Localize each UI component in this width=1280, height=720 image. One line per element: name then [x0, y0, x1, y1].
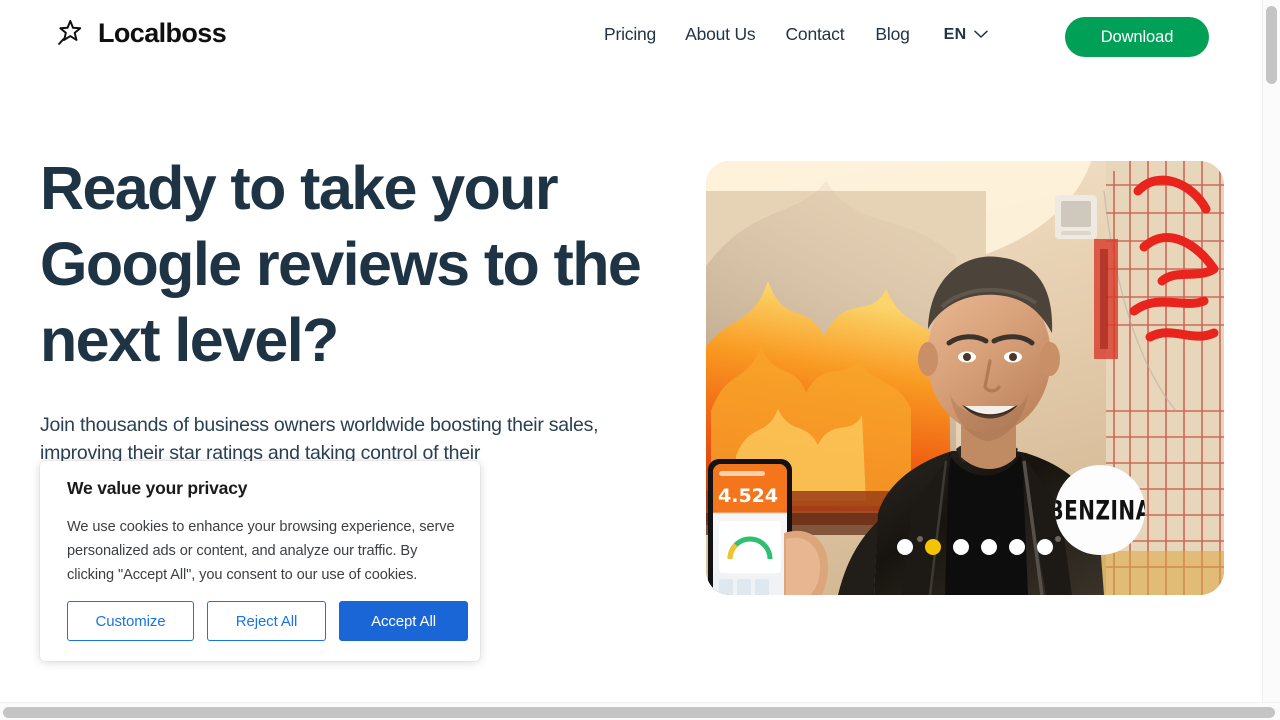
page-title: Ready to take your Google reviews to the… — [40, 154, 642, 374]
horizontal-scrollbar[interactable] — [0, 702, 1280, 720]
carousel-dot-2-active[interactable] — [925, 539, 941, 555]
brand-name: Localboss — [98, 17, 227, 48]
star-outline-icon — [55, 18, 85, 48]
cookie-banner-actions: Customize Reject All Accept All — [67, 601, 468, 641]
nav-item-about-us[interactable]: About Us — [685, 24, 756, 45]
carousel-dot-4[interactable] — [981, 539, 997, 555]
brand-logo[interactable]: Localboss — [55, 17, 227, 48]
language-switcher[interactable]: EN — [944, 26, 989, 44]
carousel-dot-3[interactable] — [953, 539, 969, 555]
vertical-scrollbar[interactable] — [1262, 0, 1280, 702]
nav-item-pricing[interactable]: Pricing — [604, 24, 656, 45]
main-navigation: Pricing About Us Contact Blog EN — [604, 24, 989, 45]
vertical-scrollbar-thumb[interactable] — [1266, 6, 1277, 84]
download-button[interactable]: Download — [1065, 17, 1209, 57]
cookie-consent-banner: We value your privacy We use cookies to … — [40, 461, 480, 661]
horizontal-scrollbar-thumb[interactable] — [3, 707, 1275, 718]
page-root: Localboss Pricing About Us Contact Blog … — [0, 0, 1280, 720]
svg-text:4.524: 4.524 — [718, 485, 778, 507]
cookie-banner-title: We value your privacy — [67, 478, 248, 498]
nav-item-contact[interactable]: Contact — [785, 24, 844, 45]
carousel-dot-5[interactable] — [1009, 539, 1025, 555]
carousel-dot-1[interactable] — [897, 539, 913, 555]
benzina-badge-label: BENZINA — [1055, 493, 1145, 527]
nav-item-blog[interactable]: Blog — [875, 24, 909, 45]
language-code: EN — [943, 25, 967, 43]
reject-all-button[interactable]: Reject All — [207, 601, 326, 641]
benzina-badge: BENZINA — [1055, 465, 1145, 555]
site-header: Localboss Pricing About Us Contact Blog … — [0, 0, 1262, 74]
cookie-banner-body: We use cookies to enhance your browsing … — [67, 519, 455, 583]
chevron-down-icon — [974, 30, 989, 39]
carousel-dots[interactable] — [897, 539, 1053, 555]
hero-photo: 4.524 — [706, 161, 1224, 595]
accept-all-button[interactable]: Accept All — [339, 601, 468, 641]
hero-subtitle: Join thousands of business owners worldw… — [40, 414, 599, 464]
carousel-dot-6[interactable] — [1037, 539, 1053, 555]
customize-button[interactable]: Customize — [67, 601, 194, 641]
